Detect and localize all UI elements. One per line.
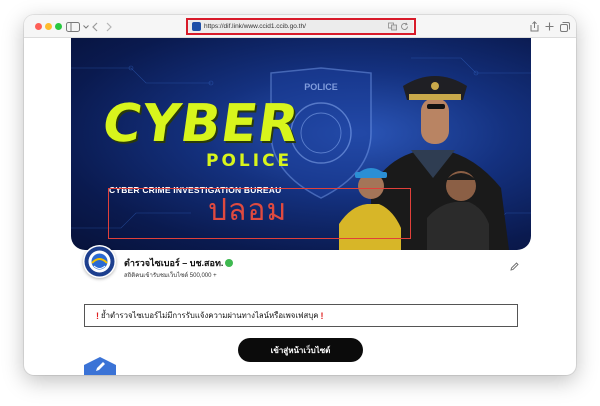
back-icon[interactable] — [92, 19, 98, 34]
new-tab-icon[interactable] — [545, 19, 554, 34]
enter-website-button[interactable]: เข้าสู่หน้าเว็บไซต์ — [238, 338, 363, 362]
browser-toolbar: https://dif.link/www.ccid1.ccib.go.th/ — [24, 15, 576, 38]
warning-notice: ! ย้ำตำรวจไซเบอร์ไม่มีการรับแจ้งความผ่าน… — [84, 304, 518, 327]
page-title: ตำรวจไซเบอร์ – บช.สอท. — [124, 256, 234, 270]
sidebar-icon[interactable] — [66, 19, 80, 34]
emblem-text: POLICE — [304, 82, 338, 92]
follower-stat: สถิติคนเข้ารับชมเว็บไซต์ 500,000 + — [124, 273, 217, 279]
browser-window: https://dif.link/www.ccid1.ccib.go.th/ P… — [24, 15, 576, 375]
zoom-window-button[interactable] — [55, 23, 62, 30]
warning-text: ย้ำตำรวจไซเบอร์ไม่มีการรับแจ้งความผ่านทา… — [101, 310, 319, 320]
banner-subheadline: POLICE — [206, 151, 293, 171]
edit-icon[interactable] — [510, 258, 519, 276]
screenshot: https://dif.link/www.ccid1.ccib.go.th/ P… — [0, 0, 600, 406]
warning-mark-right: ! — [320, 310, 324, 321]
forward-icon[interactable] — [106, 19, 112, 34]
close-window-button[interactable] — [35, 23, 42, 30]
share-icon[interactable] — [530, 19, 539, 34]
shield-icon — [82, 357, 118, 375]
tabs-overview-icon[interactable] — [560, 19, 570, 34]
page-name-text: ตำรวจไซเบอร์ – บช.สอท. — [124, 258, 224, 268]
warning-mark-left: ! — [96, 310, 99, 321]
address-bar-highlight — [186, 18, 416, 35]
verified-icon — [225, 259, 234, 267]
banner-headline: CYBER — [98, 94, 304, 154]
chevron-down-icon[interactable] — [83, 19, 89, 34]
minimize-window-button[interactable] — [45, 23, 52, 30]
avatar[interactable] — [83, 245, 116, 278]
fake-label: ปลอม — [208, 193, 288, 228]
